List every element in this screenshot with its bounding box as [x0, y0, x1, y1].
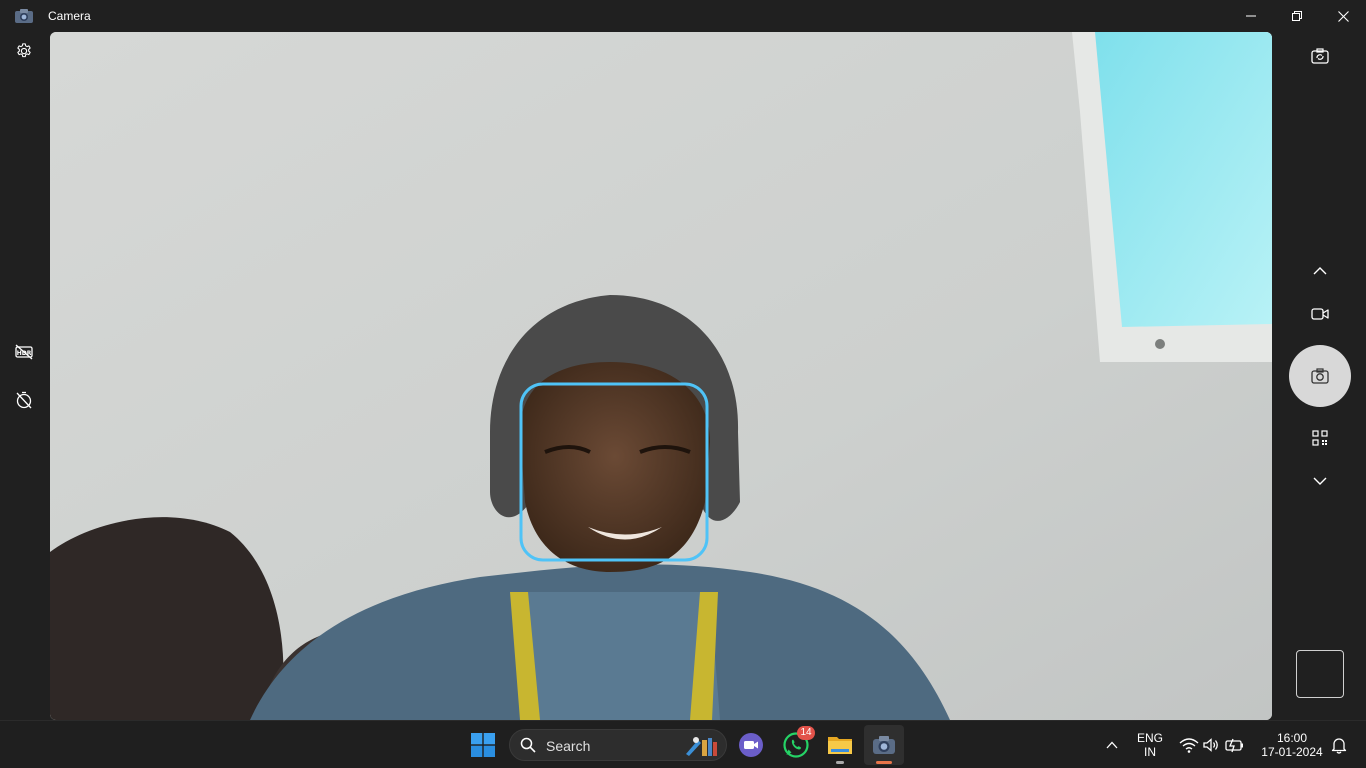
window-title: Camera	[48, 9, 91, 23]
camera-preview[interactable]	[50, 32, 1272, 720]
clock-date: 17-01-2024	[1261, 745, 1323, 759]
chevron-down-icon	[1313, 477, 1327, 485]
chevron-up-icon	[1313, 267, 1327, 275]
folder-icon	[828, 737, 852, 754]
right-toolbar	[1272, 32, 1366, 720]
wifi-icon	[1179, 738, 1199, 753]
restore-button[interactable]	[1274, 0, 1320, 32]
camera-app-icon	[873, 736, 895, 754]
whatsapp-unread-badge: 14	[797, 726, 815, 740]
windows-logo-icon	[471, 733, 495, 757]
hdr-toggle-button[interactable]: HDR	[6, 334, 42, 370]
timer-button[interactable]	[6, 382, 42, 418]
gallery-thumbnail[interactable]	[1296, 650, 1344, 698]
start-button[interactable]	[463, 725, 503, 765]
taskbar-whatsapp[interactable]: 14	[776, 725, 816, 765]
battery-charging-icon	[1225, 738, 1243, 753]
photo-shutter-icon	[1311, 368, 1329, 384]
close-button[interactable]	[1320, 0, 1366, 32]
switch-camera-icon	[1311, 48, 1329, 64]
search-highlight-icon	[684, 734, 720, 758]
close-icon	[1337, 10, 1349, 22]
switch-camera-button[interactable]	[1302, 38, 1338, 74]
video-mode-icon	[1311, 308, 1329, 320]
scroll-modes-up-button[interactable]	[1302, 253, 1338, 289]
camera-app-window: Camera HDR	[0, 0, 1366, 720]
hdr-off-icon: HDR	[15, 344, 33, 360]
timer-off-icon	[16, 391, 32, 409]
clock[interactable]: 16:00 17-01-2024	[1256, 731, 1328, 759]
taskbar-search-box[interactable]: Search	[509, 729, 727, 761]
language-code: ENG	[1136, 731, 1163, 745]
restore-icon	[1292, 11, 1302, 21]
minimize-icon	[1246, 15, 1256, 17]
clock-time: 16:00	[1276, 731, 1308, 745]
camera-app-icon	[15, 9, 33, 23]
gear-icon	[17, 43, 31, 58]
region-code: IN	[1144, 745, 1156, 759]
camera-feed-image	[50, 32, 1272, 720]
chevron-up-icon	[1106, 741, 1118, 749]
search-label: Search	[546, 738, 591, 754]
quick-settings-button[interactable]	[1175, 725, 1251, 765]
taskbar-camera[interactable]	[864, 725, 904, 765]
video-mode-button[interactable]	[1302, 296, 1338, 332]
qr-code-mode-button[interactable]	[1302, 420, 1338, 456]
bell-icon	[1331, 738, 1347, 754]
taskbar-file-explorer[interactable]	[820, 725, 860, 765]
minimize-button[interactable]	[1228, 0, 1274, 32]
network-volume-battery-icons	[1179, 738, 1243, 753]
running-indicator	[836, 761, 844, 764]
taskbar: Search 14 ENG IN 16:00 17-01-2024	[0, 720, 1366, 768]
active-app-indicator	[876, 761, 892, 764]
notifications-button[interactable]	[1326, 725, 1352, 765]
scroll-modes-down-button[interactable]	[1302, 463, 1338, 499]
take-photo-button[interactable]	[1289, 345, 1351, 407]
qr-code-icon	[1312, 430, 1328, 446]
video-chat-icon	[739, 733, 763, 757]
volume-icon	[1203, 738, 1218, 752]
search-icon	[520, 737, 536, 753]
show-hidden-icons-button[interactable]	[1097, 725, 1127, 765]
taskbar-teams-chat[interactable]	[731, 725, 771, 765]
left-toolbar: HDR	[0, 32, 49, 720]
title-bar: Camera	[0, 0, 1366, 32]
settings-button[interactable]	[6, 33, 42, 69]
language-indicator[interactable]: ENG IN	[1134, 731, 1166, 759]
